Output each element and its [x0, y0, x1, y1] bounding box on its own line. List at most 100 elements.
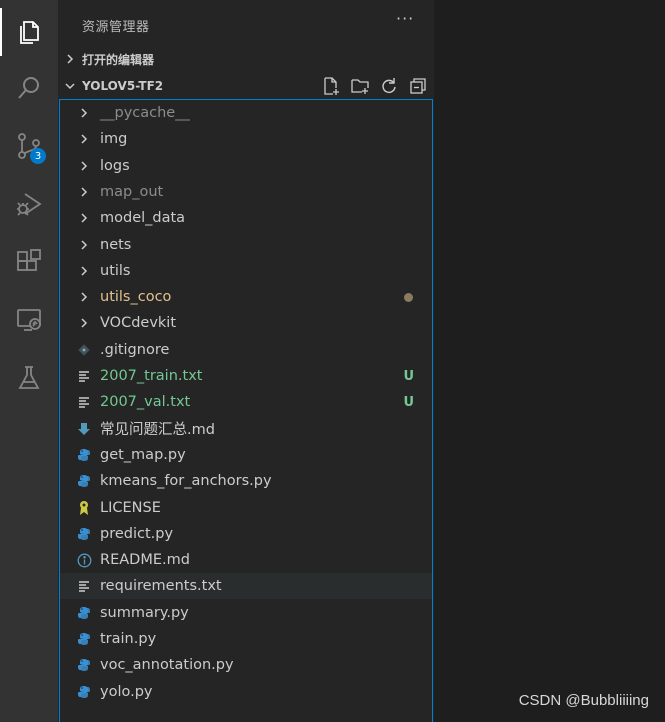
tree-file-row[interactable]: README.md: [60, 547, 432, 573]
open-editors-label: 打开的编辑器: [82, 52, 155, 67]
tree-file-row[interactable]: requirements.txt: [60, 573, 432, 600]
tree-item-label: model_data: [100, 210, 186, 227]
tree-item-label: get_map.py: [100, 446, 186, 463]
python-file-icon: [76, 684, 92, 700]
tree-item-label: LICENSE: [100, 499, 161, 516]
new-file-icon[interactable]: [321, 76, 341, 96]
tree-item-label: requirements.txt: [100, 578, 222, 595]
tree-file-row[interactable]: 常见问题汇总.md: [60, 416, 432, 442]
tree-item-label: nets: [100, 236, 132, 253]
tree-item-label: map_out: [100, 183, 164, 200]
git-status-badge: U: [403, 368, 414, 384]
python-file-icon: [76, 657, 92, 673]
activity-run-debug[interactable]: [0, 180, 58, 228]
sidebar-title: 资源管理器: [82, 20, 150, 35]
remote-explorer-icon: [15, 306, 43, 334]
chevron-right-icon: [76, 210, 92, 226]
watermark: CSDN @Bubbliiiing: [518, 692, 649, 709]
run-debug-icon: [15, 190, 43, 218]
tree-folder-row[interactable]: model_data: [60, 205, 432, 231]
tree-item-label: summary.py: [100, 604, 189, 621]
testing-icon: [15, 364, 43, 392]
chevron-right-icon: [76, 315, 92, 331]
chevron-right-icon: [76, 131, 92, 147]
extensions-icon: [15, 248, 43, 276]
activity-search[interactable]: [0, 64, 58, 112]
chevron-right-icon: [76, 237, 92, 253]
python-file-icon: [76, 605, 92, 621]
tree-folder-row[interactable]: logs: [60, 153, 432, 179]
new-folder-icon[interactable]: [350, 76, 370, 96]
tree-item-label: predict.py: [100, 525, 174, 542]
source-control-badge: 3: [30, 148, 46, 164]
markdown-download-icon: [76, 421, 92, 437]
tree-folder-row[interactable]: utils_coco: [60, 284, 432, 310]
file-tree: __pycache__img logs map_out model_datanets u…: [59, 99, 433, 722]
project-section[interactable]: YOLOV5-TF2: [58, 74, 434, 98]
tree-file-row[interactable]: yolo.py: [60, 679, 432, 705]
tree-file-row[interactable]: summary.py: [60, 600, 432, 626]
tree-folder-row[interactable]: img: [60, 126, 432, 152]
open-editors-section[interactable]: 打开的编辑器: [58, 47, 434, 71]
activity-remote-explorer[interactable]: [0, 296, 58, 344]
tree-file-row[interactable]: 2007_train.txt U: [60, 363, 432, 389]
editor-area: [434, 0, 665, 722]
chevron-right-icon: [76, 184, 92, 200]
tree-item-label: train.py: [100, 631, 157, 647]
collapse-all-icon[interactable]: [408, 76, 428, 96]
search-icon: [15, 74, 43, 102]
tree-item-label: 常见问题汇总.md: [100, 422, 215, 439]
text-file-icon: [76, 368, 92, 384]
tree-item-label: 2007_train.txt: [100, 368, 203, 384]
tree-item-label: yolo.py: [100, 683, 153, 700]
tree-item-label: img: [100, 131, 128, 148]
python-file-icon: [76, 631, 92, 647]
tree-file-row[interactable]: voc_annotation.py: [60, 652, 432, 678]
explorer-icon: [16, 18, 44, 46]
python-file-icon: [76, 526, 92, 542]
project-label: YOLOV5-TF2: [82, 79, 164, 93]
chevron-right-icon: [76, 105, 92, 121]
tree-file-row[interactable]: 2007_val.txt U: [60, 389, 432, 415]
tree-item-label: README.md: [100, 552, 190, 569]
activity-extensions[interactable]: [0, 238, 58, 286]
tree-folder-row[interactable]: map_out: [60, 179, 432, 205]
tree-file-row[interactable]: get_map.py: [60, 442, 432, 468]
tree-item-label: 2007_val.txt: [100, 394, 191, 411]
activity-source-control[interactable]: 3: [0, 122, 58, 170]
info-icon: [76, 552, 92, 568]
python-file-icon: [76, 447, 92, 463]
license-icon: [76, 500, 92, 516]
modified-dot-indicator: [404, 292, 413, 302]
tree-file-row[interactable]: train.py: [60, 626, 432, 652]
text-file-icon: [76, 578, 92, 594]
chevron-right-icon: [76, 158, 92, 174]
tree-item-label: __pycache__: [100, 105, 190, 121]
tree-item-label: VOCdevkit: [100, 315, 177, 332]
tree-item-label: .gitignore: [100, 341, 170, 358]
tree-file-row[interactable]: .gitignore: [60, 337, 432, 363]
tree-folder-row[interactable]: nets: [60, 232, 432, 258]
tree-item-label: utils_coco: [100, 289, 172, 306]
tree-file-row[interactable]: LICENSE: [60, 495, 432, 521]
refresh-icon[interactable]: [379, 76, 399, 96]
activity-testing[interactable]: [0, 354, 58, 402]
tree-item-label: utils: [100, 262, 131, 279]
tree-item-label: kmeans_for_anchors.py: [100, 473, 272, 490]
tree-folder-row[interactable]: __pycache__: [60, 100, 432, 126]
activity-bar: 3: [0, 0, 58, 722]
chevron-right-icon: [58, 53, 82, 65]
chevron-down-icon: [58, 80, 82, 92]
tree-file-row[interactable]: predict.py: [60, 521, 432, 547]
tree-item-label: voc_annotation.py: [100, 657, 234, 674]
tree-folder-row[interactable]: utils: [60, 258, 432, 284]
tree-folder-row[interactable]: VOCdevkit: [60, 310, 432, 336]
text-file-icon: [76, 394, 92, 410]
chevron-right-icon: [76, 289, 92, 305]
tree-file-row[interactable]: kmeans_for_anchors.py: [60, 468, 432, 494]
tree-item-label: logs: [100, 157, 130, 174]
git-status-badge: U: [403, 394, 414, 410]
activity-explorer[interactable]: [0, 8, 58, 56]
python-file-icon: [76, 473, 92, 489]
more-actions-icon[interactable]: ···: [396, 9, 414, 28]
